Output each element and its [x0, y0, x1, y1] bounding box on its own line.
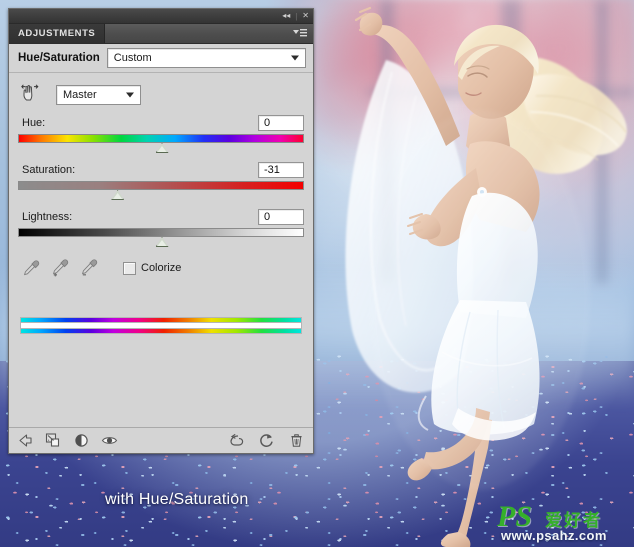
- eyedropper-add-icon[interactable]: [51, 259, 69, 277]
- hue-slider-block: Hue: 0: [18, 115, 304, 151]
- hue-value-input[interactable]: 0: [258, 115, 304, 131]
- close-icon[interactable]: ✕: [302, 12, 309, 20]
- hue-label: Hue:: [22, 117, 45, 129]
- screenshot-stage: with Hue/Saturation PS 爱好者 www.psahz.com…: [0, 0, 634, 547]
- colorize-label: Colorize: [141, 262, 181, 274]
- panel-footer-right: [228, 432, 305, 449]
- eyedropper-subtract-icon[interactable]: [80, 259, 98, 277]
- saturation-slider-thumb[interactable]: [111, 190, 124, 200]
- saturation-slider-track-wrap[interactable]: [18, 181, 304, 198]
- preset-select-value: Custom: [108, 52, 152, 64]
- adjustment-title: Hue/Saturation: [18, 52, 100, 64]
- collapse-to-icons-icon[interactable]: ◂◂: [282, 12, 290, 20]
- panel-footer: [9, 427, 313, 453]
- clip-to-layer-icon[interactable]: [45, 432, 62, 449]
- view-previous-state-icon[interactable]: [228, 432, 245, 449]
- panel-tabstrip: ADJUSTMENTS: [9, 24, 313, 44]
- colorize-checkbox[interactable]: [123, 262, 136, 275]
- adjustments-panel: ◂◂ | ✕ ADJUSTMENTS Hue/Saturation Custom: [8, 8, 314, 454]
- toggle-layer-visibility-icon[interactable]: [73, 432, 90, 449]
- saturation-label: Saturation:: [22, 164, 75, 176]
- on-image-adjustment-hand-icon[interactable]: [20, 83, 40, 106]
- saturation-slider-block: Saturation: -31: [18, 162, 304, 198]
- saturation-slider-header: Saturation: -31: [18, 162, 304, 178]
- lightness-label: Lightness:: [22, 211, 72, 223]
- hue-slider-track[interactable]: [18, 134, 304, 143]
- lightness-slider-block: Lightness: 0: [18, 209, 304, 245]
- channel-select-value: Master: [57, 89, 97, 101]
- hue-slider-track-wrap[interactable]: [18, 134, 304, 151]
- watermark-url: www.psahz.com: [501, 528, 607, 543]
- adjustment-header: Hue/Saturation Custom: [9, 44, 313, 73]
- panel-titlebar: ◂◂ | ✕: [9, 9, 313, 24]
- channel-row: Master: [20, 83, 304, 106]
- colorize-checkbox-group[interactable]: Colorize: [123, 262, 181, 275]
- preset-select[interactable]: Custom: [107, 48, 306, 68]
- hue-range-spectrum: [20, 317, 302, 334]
- reset-icon[interactable]: [258, 432, 275, 449]
- panel-menu-icon[interactable]: [287, 24, 313, 43]
- hue-slider-header: Hue: 0: [18, 115, 304, 131]
- watermark: PS 爱好者 www.psahz.com: [497, 504, 627, 544]
- tabstrip-filler: [105, 24, 287, 43]
- dancer-figure: [330, 0, 634, 547]
- lightness-slider-thumb[interactable]: [156, 237, 169, 247]
- titlebar-separator: |: [295, 12, 297, 21]
- saturation-value-input[interactable]: -31: [258, 162, 304, 178]
- tab-adjustments-label: ADJUSTMENTS: [18, 28, 95, 39]
- lightness-slider-track[interactable]: [18, 228, 304, 237]
- lightness-value-input[interactable]: 0: [258, 209, 304, 225]
- hue-slider-thumb[interactable]: [156, 143, 169, 153]
- delete-adjustment-layer-icon[interactable]: [288, 432, 305, 449]
- caption-text: with Hue/Saturation: [105, 491, 248, 509]
- channel-select[interactable]: Master: [56, 85, 141, 105]
- lightness-slider-track-wrap[interactable]: [18, 228, 304, 245]
- eyedropper-row: Colorize: [22, 259, 304, 277]
- preview-eye-icon[interactable]: [101, 432, 118, 449]
- spectrum-bar-bottom: [20, 328, 302, 334]
- return-to-adjustment-list-icon[interactable]: [17, 432, 34, 449]
- panel-footer-left: [17, 432, 118, 449]
- tab-adjustments[interactable]: ADJUSTMENTS: [9, 24, 105, 43]
- saturation-slider-track[interactable]: [18, 181, 304, 190]
- chevron-down-icon: [126, 92, 134, 97]
- panel-body: Master Hue: 0 Saturation: -31: [9, 73, 313, 334]
- chevron-down-icon: [291, 56, 299, 61]
- lightness-slider-header: Lightness: 0: [18, 209, 304, 225]
- eyedropper-icon[interactable]: [22, 259, 40, 277]
